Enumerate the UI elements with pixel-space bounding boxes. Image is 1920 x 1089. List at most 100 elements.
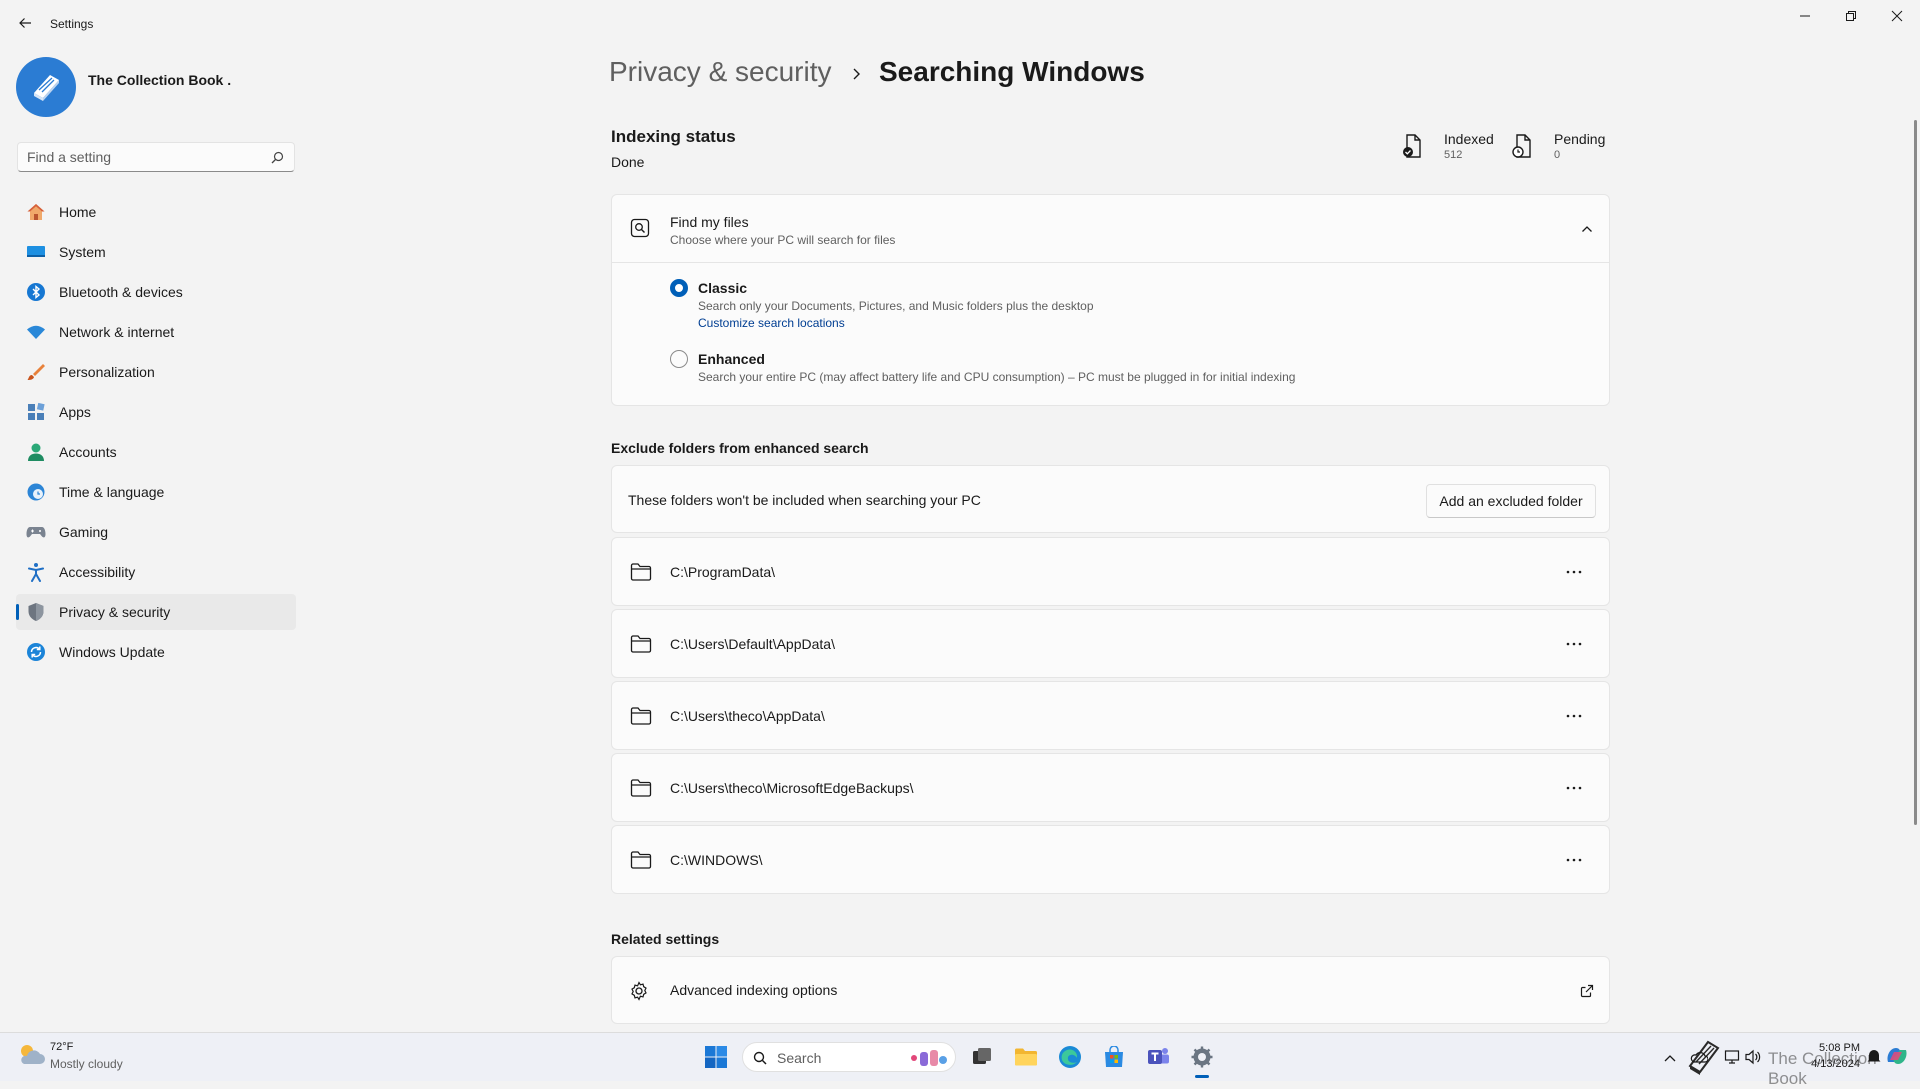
avatar[interactable] (16, 57, 76, 117)
folder-icon (630, 635, 652, 653)
folder-icon (630, 779, 652, 797)
sidebar-item-label: Personalization (59, 364, 155, 380)
clock-time[interactable]: 5:08 PM (1796, 1042, 1860, 1054)
close-icon (1891, 10, 1903, 22)
teams-button[interactable] (1145, 1044, 1171, 1070)
advanced-indexing-options-row[interactable]: Advanced indexing options (611, 956, 1610, 1024)
search-icon[interactable] (271, 151, 284, 164)
folder-more-button[interactable] (1558, 556, 1590, 588)
folder-more-button[interactable] (1558, 700, 1590, 732)
apps-icon (26, 402, 46, 422)
minimize-button[interactable] (1782, 0, 1828, 32)
breadcrumb-parent[interactable]: Privacy & security (609, 56, 832, 88)
folder-more-button[interactable] (1558, 772, 1590, 804)
enhanced-option-description: Search your entire PC (may affect batter… (698, 370, 1296, 384)
search-input[interactable] (18, 143, 257, 171)
sidebar-item-apps[interactable]: Apps (16, 394, 296, 430)
profile-name: The Collection Book . (88, 72, 232, 88)
task-view-button[interactable] (969, 1044, 995, 1070)
folder-path: C:\Users\theco\AppData\ (670, 708, 825, 724)
restore-button[interactable] (1828, 0, 1874, 32)
book-logo-icon (34, 75, 59, 101)
network-icon[interactable] (1724, 1049, 1740, 1065)
sidebar-item-windows-update[interactable]: Windows Update (16, 634, 296, 670)
find-my-files-title: Find my files (670, 214, 749, 230)
sidebar-item-privacy-security[interactable]: Privacy & security (16, 594, 296, 630)
copilot-icon[interactable] (1884, 1044, 1910, 1068)
classic-option-title: Classic (698, 280, 748, 296)
indexing-status-value: Done (611, 154, 645, 170)
sidebar-item-network[interactable]: Network & internet (16, 314, 296, 350)
folder-path: C:\ProgramData\ (670, 564, 776, 580)
brush-icon (26, 362, 46, 382)
exclude-description: These folders won't be included when sea… (628, 492, 981, 508)
indexed-file-icon (1403, 134, 1421, 158)
back-button[interactable] (12, 10, 38, 36)
accessibility-icon (26, 562, 46, 582)
back-arrow-icon (19, 18, 31, 28)
settings-taskbar-button[interactable] (1189, 1044, 1215, 1070)
task-view-icon (973, 1048, 991, 1064)
pending-label: Pending (1554, 131, 1606, 147)
folder-more-button[interactable] (1558, 844, 1590, 876)
classic-radio[interactable] (670, 279, 688, 297)
advanced-indexing-options-label: Advanced indexing options (670, 982, 838, 998)
close-button[interactable] (1874, 0, 1920, 32)
classic-option-description: Search only your Documents, Pictures, an… (698, 299, 1094, 313)
volume-icon[interactable] (1744, 1049, 1762, 1065)
taskbar-search-label: Search (777, 1050, 822, 1066)
folder-row: C:\Users\theco\AppData\ (611, 681, 1610, 750)
onedrive-icon[interactable] (1690, 1050, 1708, 1064)
more-options-icon (1566, 570, 1582, 574)
sidebar-item-home[interactable]: Home (16, 194, 296, 230)
enhanced-option-title: Enhanced (698, 351, 765, 367)
sidebar-item-label: Accessibility (59, 564, 136, 580)
sidebar-item-label: Time & language (59, 484, 165, 500)
sidebar-item-label: Home (59, 204, 97, 220)
store-button[interactable] (1101, 1044, 1127, 1070)
weather-description: Mostly cloudy (50, 1057, 123, 1071)
find-my-files-description: Choose where your PC will search for fil… (670, 233, 896, 247)
sidebar-item-accessibility[interactable]: Accessibility (16, 554, 296, 590)
sidebar-item-time-language[interactable]: Time & language (16, 474, 296, 510)
cloudy-weather-icon[interactable] (16, 1042, 46, 1068)
sidebar-item-gaming[interactable]: Gaming (16, 514, 296, 550)
minimize-icon (1800, 15, 1810, 17)
edge-button[interactable] (1057, 1044, 1083, 1070)
windows-logo-icon (705, 1046, 727, 1068)
pending-stat: Pending 0 (1554, 131, 1605, 161)
scrollbar[interactable] (1914, 120, 1917, 825)
folder-row: C:\WINDOWS\ (611, 825, 1610, 894)
clock-date[interactable]: 4/13/2024 (1776, 1058, 1860, 1070)
search-highlight-icon (911, 1050, 947, 1066)
folder-icon (630, 563, 652, 581)
update-icon (26, 642, 46, 662)
taskbar-search[interactable]: Search (742, 1042, 956, 1072)
customize-search-locations-link[interactable]: Customize search locations (698, 316, 845, 330)
sidebar-item-bluetooth[interactable]: Bluetooth & devices (16, 274, 296, 310)
gamepad-icon (26, 522, 46, 542)
notification-bell-icon[interactable] (1866, 1048, 1882, 1064)
settings-search-box[interactable] (17, 142, 295, 172)
file-explorer-button[interactable] (1013, 1044, 1039, 1070)
find-my-files-header[interactable]: Find my files Choose where your PC will … (612, 195, 1609, 263)
shield-icon (26, 602, 46, 622)
edge-browser-icon (1059, 1046, 1081, 1068)
indexed-stat: Indexed 512 (1444, 131, 1494, 161)
chevron-up-icon[interactable] (1581, 223, 1593, 235)
chevron-up-icon[interactable] (1664, 1053, 1676, 1063)
exclude-section-title: Exclude folders from enhanced search (611, 440, 869, 456)
indexed-count: 512 (1444, 149, 1463, 161)
folder-row: C:\Users\theco\MicrosoftEdgeBackups\ (611, 753, 1610, 822)
sidebar-item-system[interactable]: System (16, 234, 296, 270)
more-options-icon (1566, 714, 1582, 718)
pending-file-icon (1512, 134, 1531, 158)
start-button[interactable] (703, 1044, 729, 1070)
sidebar-item-personalization[interactable]: Personalization (16, 354, 296, 390)
folder-more-button[interactable] (1558, 628, 1590, 660)
sidebar-item-accounts[interactable]: Accounts (16, 434, 296, 470)
microsoft-store-icon (1105, 1046, 1123, 1067)
add-excluded-folder-button[interactable]: Add an excluded folder (1426, 484, 1596, 518)
enhanced-radio[interactable] (670, 350, 688, 368)
search-folder-icon (630, 218, 650, 238)
